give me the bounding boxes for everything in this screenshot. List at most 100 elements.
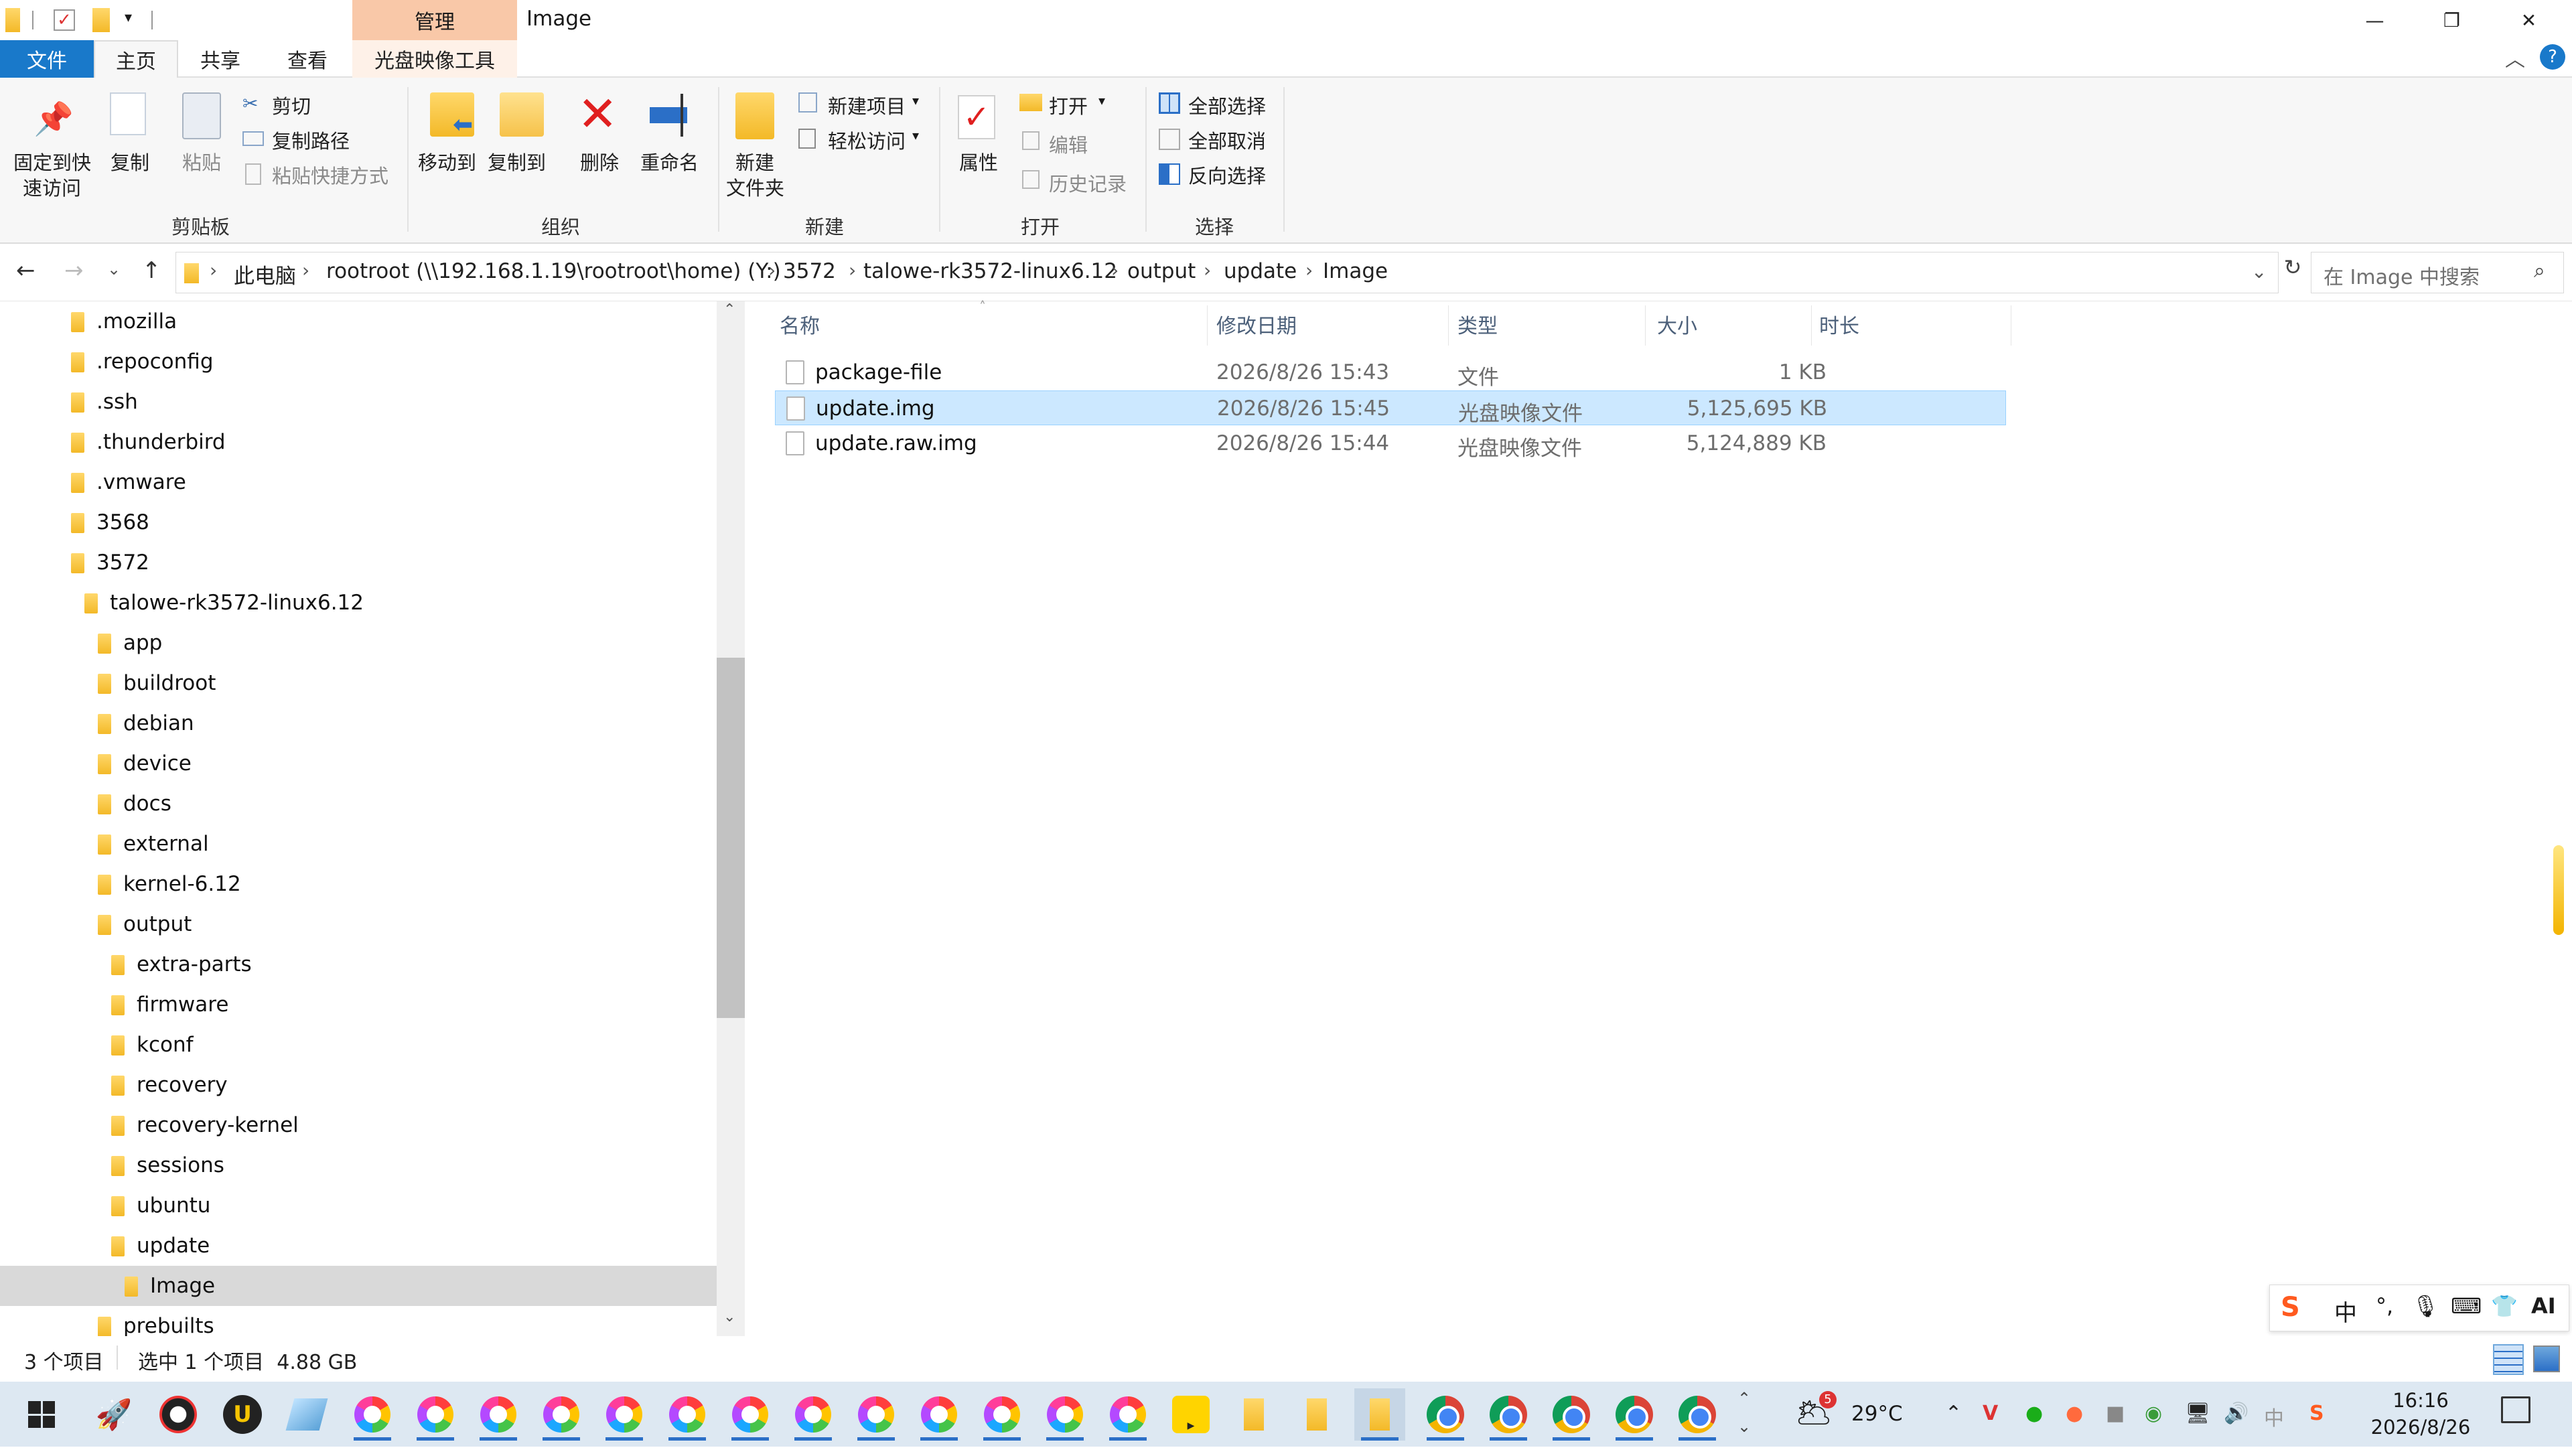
close-button[interactable]: ✕ [2490,0,2567,40]
search-icon[interactable]: ⌕ [2534,259,2545,283]
taskbar-app-active[interactable] [1354,1388,1405,1441]
recent-locations-icon[interactable]: ⌄ [107,260,121,279]
taskbar-app[interactable] [851,1388,902,1441]
taskbar-app[interactable]: 🚀 [88,1388,139,1441]
column-header-duration[interactable]: 时长 [1819,309,1859,339]
tree-item-kernel[interactable]: kernel-6.12 [0,864,717,904]
large-icons-view-icon[interactable] [2533,1345,2560,1372]
forward-button[interactable]: → [64,257,84,284]
sogou-logo-icon[interactable]: S [2281,1292,2300,1323]
tab-file[interactable]: 文件 [0,40,94,78]
taskbar-app[interactable] [977,1388,1027,1441]
edit-button[interactable]: 编辑 [1049,130,1088,158]
punctuation-icon[interactable]: °, [2376,1293,2393,1319]
taskbar-app[interactable] [410,1388,461,1441]
sogou-tray-icon[interactable]: S [2309,1402,2324,1425]
tab-home[interactable]: 主页 [94,40,178,78]
microphone-icon[interactable]: 🎙 [2412,1293,2439,1319]
copy-path-button[interactable]: 复制路径 [272,126,350,154]
tree-item-app[interactable]: app [0,623,717,663]
keyboard-icon[interactable]: ⌨ [2451,1293,2482,1319]
column-header-size[interactable]: 大小 [1657,309,1697,339]
open-button[interactable]: 打开 [1049,91,1088,119]
tray-app-icon[interactable]: ● [2066,1402,2083,1425]
taskbar-app[interactable] [1040,1388,1090,1441]
easy-access-button[interactable]: 轻松访问 [828,126,906,154]
tree-item-debian[interactable]: debian [0,703,717,743]
taskbar-app[interactable] [536,1388,587,1441]
paste-shortcut-button[interactable]: 粘贴快捷方式 [272,161,388,189]
file-row[interactable]: update.raw.img 2026/8/26 15:44 光盘映像文件 5,… [775,426,2006,461]
tree-item-extra-parts[interactable]: extra-parts [0,944,717,985]
tree-item-talowe[interactable]: talowe-rk3572-linux6.12 [0,583,717,623]
taskbar-app[interactable] [1546,1388,1597,1441]
tree-item-update[interactable]: update [0,1226,717,1266]
weather-widget[interactable]: 🌥 5 29°C [1795,1391,1969,1438]
search-box[interactable]: 在 Image 中搜索 ⌕ [2311,252,2564,293]
breadcrumb-item[interactable]: output [1127,259,1196,283]
tray-app-icon[interactable]: ■ [2106,1402,2125,1425]
scroll-up-icon[interactable]: ⌃ [723,301,735,318]
new-folder-icon[interactable] [92,8,110,32]
new-item-button[interactable]: 新建项目 [828,91,906,119]
collapse-ribbon-icon[interactable]: ︿ [2505,43,2525,72]
tree-item-buildroot[interactable]: buildroot [0,663,717,703]
tree-item-3572[interactable]: 3572 [0,542,717,583]
tray-app-icon[interactable]: ◉ [2145,1402,2162,1425]
tree-item-kconf[interactable]: kconf [0,1025,717,1065]
invert-selection-button[interactable]: 反向选择 [1188,161,1266,189]
network-icon[interactable]: 🖥 [2185,1402,2210,1425]
select-all-button[interactable]: 全部选择 [1188,91,1266,119]
taskbar-app[interactable] [281,1388,332,1441]
properties-check-icon[interactable]: ✓ [54,9,75,31]
taskbar-app[interactable] [1420,1388,1471,1441]
taskbar-app[interactable] [1483,1388,1534,1441]
taskbar-app[interactable]: U [217,1388,268,1441]
taskbar-app[interactable]: ▶ [1165,1388,1216,1441]
breadcrumb-item[interactable]: 此电脑 [234,259,296,289]
breadcrumb-item[interactable]: update [1224,259,1297,283]
tree-item-ubuntu[interactable]: ubuntu [0,1185,717,1226]
taskbar-app[interactable] [662,1388,713,1441]
scroll-down-icon[interactable]: ⌄ [723,1309,735,1325]
tree-item-output[interactable]: output [0,904,717,944]
taskbar-app[interactable] [1672,1388,1723,1441]
help-icon[interactable]: ? [2540,44,2565,70]
tree-item-3568[interactable]: 3568 [0,502,717,542]
select-none-button[interactable]: 全部取消 [1188,126,1266,154]
cut-button[interactable]: 剪切 [272,91,311,119]
breadcrumb-item[interactable]: talowe-rk3572-linux6.12 [863,259,1117,283]
taskbar-app[interactable] [788,1388,839,1441]
volume-icon[interactable]: 🔊 [2224,1402,2248,1425]
taskbar-app[interactable] [347,1388,398,1441]
refresh-button[interactable]: ↻ [2279,254,2307,289]
tree-item-sessions[interactable]: sessions [0,1145,717,1185]
tree-item-mozilla[interactable]: .mozilla [0,301,717,342]
tree-item-firmware[interactable]: firmware [0,985,717,1025]
tray-vpn-icon[interactable]: V [1983,1402,1998,1425]
qat-dropdown-icon[interactable]: ▾ [125,9,132,26]
taskbar-app[interactable] [1609,1388,1660,1441]
folder-icon[interactable] [5,8,20,32]
tree-item-recovery-kernel[interactable]: recovery-kernel [0,1105,717,1145]
skin-icon[interactable]: 👕 [2491,1293,2518,1319]
taskbar-app[interactable] [599,1388,650,1441]
tree-item-prebuilts[interactable]: prebuilts [0,1306,717,1336]
tree-item-docs[interactable]: docs [0,784,717,824]
breadcrumb-item[interactable]: Image [1323,259,1388,283]
notification-icon[interactable] [2501,1396,2530,1423]
clock[interactable]: 16:16 2026/8/26 [2354,1387,2488,1441]
minimize-button[interactable]: — [2336,0,2413,40]
file-row[interactable]: package-file 2026/8/26 15:43 文件 1 KB [775,355,2006,390]
tree-item-ssh[interactable]: .ssh [0,382,717,422]
address-dropdown-icon[interactable]: ⌄ [2251,261,2267,283]
scrollbar-thumb[interactable] [717,658,745,1018]
restore-button[interactable]: ❐ [2413,0,2490,40]
history-button[interactable]: 历史记录 [1049,169,1127,197]
breadcrumb-item[interactable]: rootroot (\\192.168.1.19\rootroot\home) … [326,259,781,283]
tree-item-image[interactable]: Image [0,1266,717,1306]
taskbar-app[interactable] [473,1388,524,1441]
start-button[interactable] [16,1388,67,1441]
tree-item-recovery[interactable]: recovery [0,1065,717,1105]
column-header-type[interactable]: 类型 [1457,309,1498,339]
